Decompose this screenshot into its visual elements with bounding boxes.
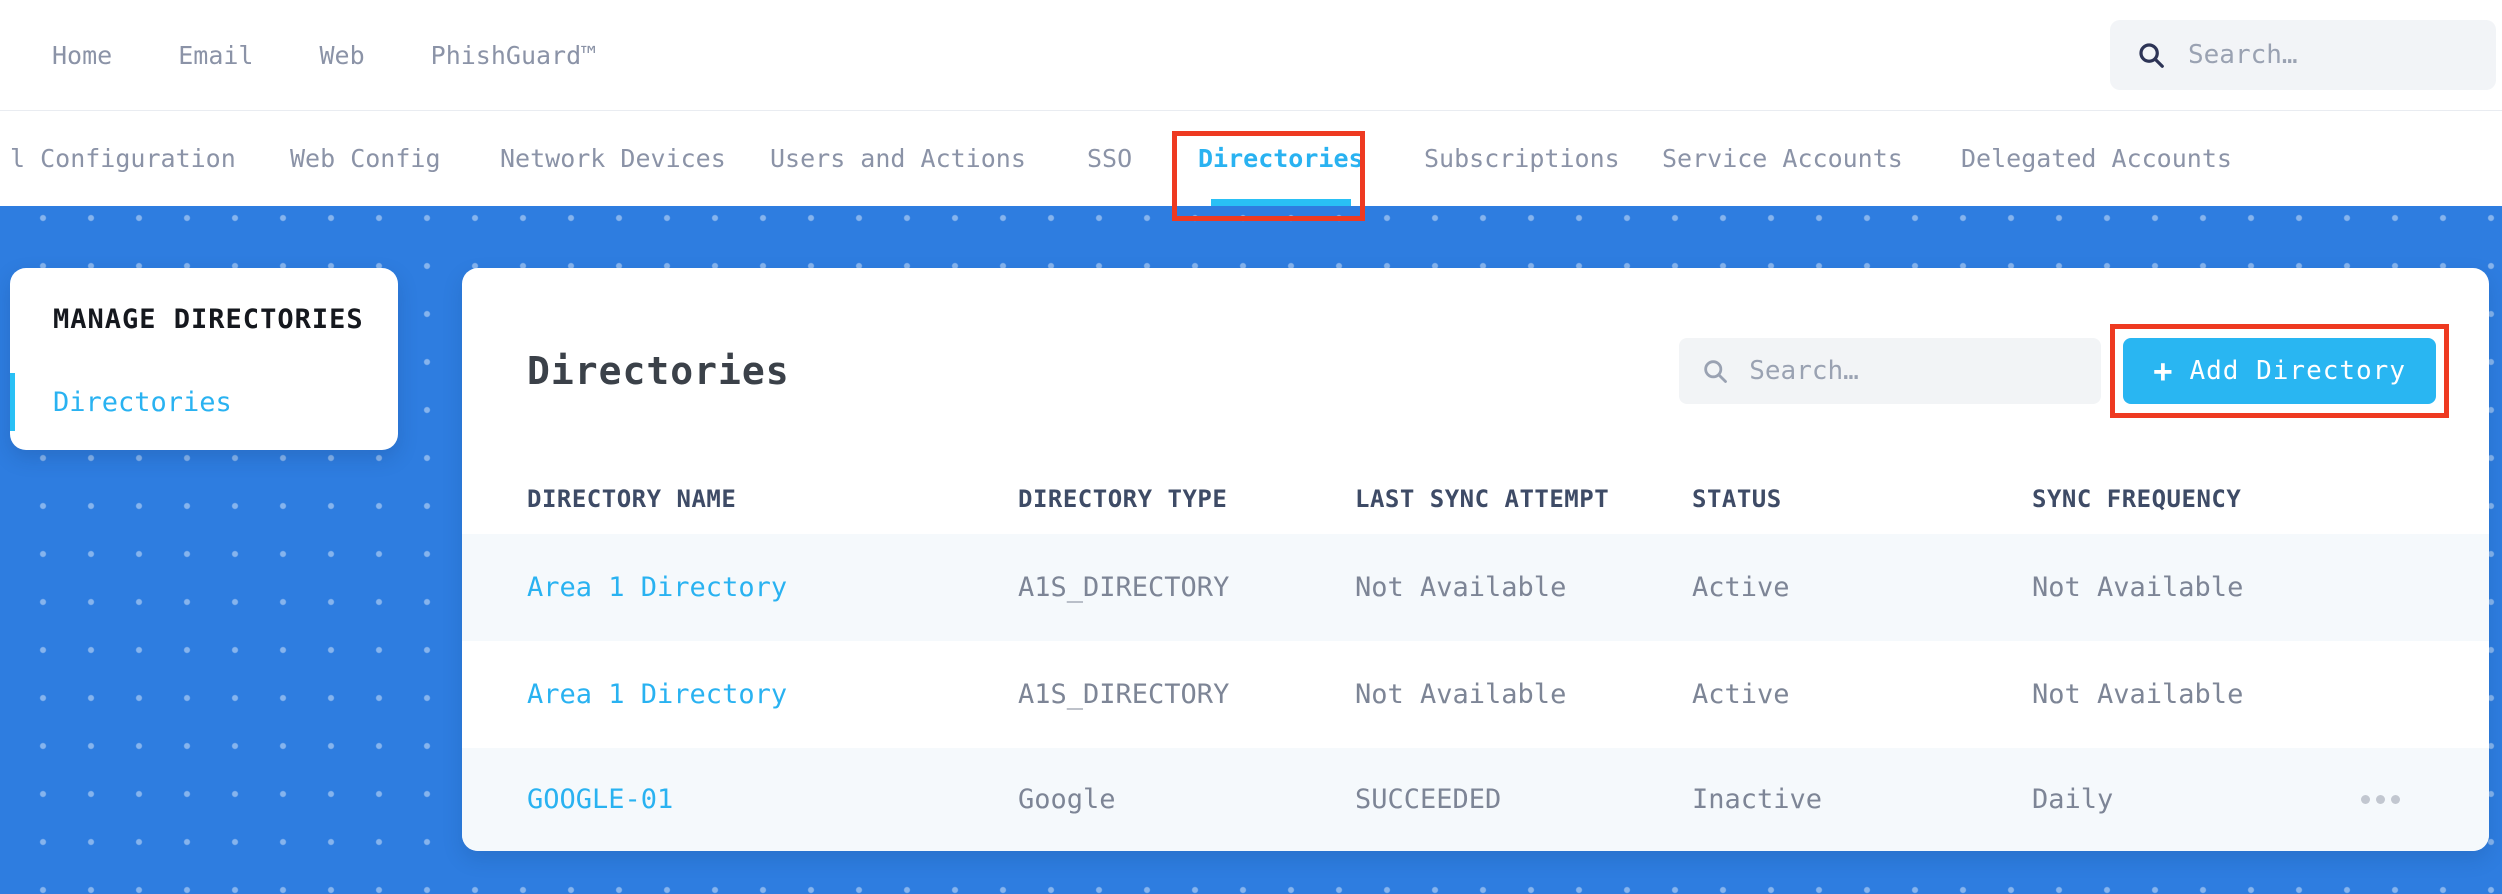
top-nav-item-email[interactable]: Email — [178, 41, 253, 70]
tab-email-configuration[interactable]: l Configuration — [10, 111, 236, 206]
sidebar-title: MANAGE DIRECTORIES — [53, 304, 364, 335]
plus-icon: + — [2153, 352, 2174, 390]
top-nav-item-home[interactable]: Home — [52, 41, 112, 70]
tab-web-config[interactable]: Web Config — [290, 111, 441, 206]
column-header-directory-name: DIRECTORY NAME — [527, 485, 737, 513]
row-actions-menu-icon[interactable] — [2355, 785, 2406, 814]
tab-delegated-accounts[interactable]: Delegated Accounts — [1961, 111, 2232, 206]
tab-network-devices[interactable]: Network Devices — [500, 111, 726, 206]
page-title: Directories — [527, 349, 790, 393]
panel-header: Directories + Add Directory — [462, 268, 2489, 418]
directory-name-link[interactable]: GOOGLE-01 — [527, 784, 1018, 815]
red-annotation-box-add-directory: + Add Directory — [2110, 324, 2449, 418]
sync-frequency-cell: Daily — [2032, 784, 2114, 815]
column-header-status: STATUS — [1692, 485, 1782, 513]
directories-search-box[interactable] — [1679, 338, 2102, 404]
last-sync-attempt-cell: Not Available — [1355, 572, 1567, 603]
status-cell: Inactive — [1692, 784, 1823, 815]
manage-directories-card: MANAGE DIRECTORIES Directories — [10, 268, 398, 450]
table-row: GOOGLE-01 Google SUCCEEDED Inactive Dail… — [462, 748, 2489, 851]
table-body: Area 1 Directory A1S_DIRECTORY Not Avail… — [462, 534, 2489, 851]
actions-cell — [2332, 785, 2429, 814]
add-directory-button[interactable]: + Add Directory — [2123, 338, 2436, 404]
tab-sso[interactable]: SSO — [1087, 111, 1132, 206]
sync-frequency-cell: Not Available — [2032, 572, 2244, 603]
global-search-input[interactable] — [2186, 39, 2470, 71]
top-nav-item-web[interactable]: Web — [319, 41, 364, 70]
search-icon — [1701, 357, 1729, 385]
last-sync-attempt-cell: SUCCEEDED — [1355, 784, 1502, 815]
tab-subscriptions[interactable]: Subscriptions — [1424, 111, 1620, 206]
global-search-box[interactable] — [2110, 20, 2496, 90]
directory-name-link[interactable]: Area 1 Directory — [527, 572, 1018, 603]
tab-users-and-actions[interactable]: Users and Actions — [770, 111, 1026, 206]
search-icon — [2136, 40, 2166, 70]
directory-name-link[interactable]: Area 1 Directory — [527, 679, 1018, 710]
table-row: Area 1 Directory A1S_DIRECTORY Not Avail… — [462, 641, 2489, 748]
settings-tab-bar: l Configuration Web Config Network Devic… — [0, 111, 2502, 221]
directories-page: MANAGE DIRECTORIES Directories Directori… — [0, 206, 2502, 894]
directories-panel: Directories + Add Directory DIRECTO — [462, 268, 2489, 851]
top-nav: Home Email Web PhishGuard™ — [0, 0, 2502, 111]
column-header-last-sync-attempt: LAST SYNC ATTEMPT — [1355, 485, 1610, 513]
tab-directories[interactable]: Directories — [1198, 111, 1364, 206]
tab-service-accounts[interactable]: Service Accounts — [1662, 111, 1903, 206]
directories-search-input[interactable] — [1747, 355, 2080, 387]
column-header-sync-frequency: SYNC FREQUENCY — [2032, 485, 2242, 513]
status-cell: Active — [1692, 572, 1790, 603]
add-directory-button-label: Add Directory — [2189, 356, 2406, 386]
top-nav-item-phishguard[interactable]: PhishGuard™ — [431, 41, 597, 70]
table-row: Area 1 Directory A1S_DIRECTORY Not Avail… — [462, 534, 2489, 641]
sync-frequency-cell: Not Available — [2032, 679, 2244, 710]
directory-type-cell: A1S_DIRECTORY — [1018, 572, 1230, 603]
column-header-directory-type: DIRECTORY TYPE — [1018, 485, 1228, 513]
last-sync-attempt-cell: Not Available — [1355, 679, 1567, 710]
top-nav-items: Home Email Web PhishGuard™ — [52, 41, 596, 70]
directory-type-cell: A1S_DIRECTORY — [1018, 679, 1230, 710]
sidebar-item-directories[interactable]: Directories — [10, 373, 398, 431]
directory-type-cell: Google — [1018, 784, 1116, 815]
table-header-row: DIRECTORY NAME DIRECTORY TYPE LAST SYNC … — [462, 464, 2489, 534]
status-cell: Active — [1692, 679, 1790, 710]
